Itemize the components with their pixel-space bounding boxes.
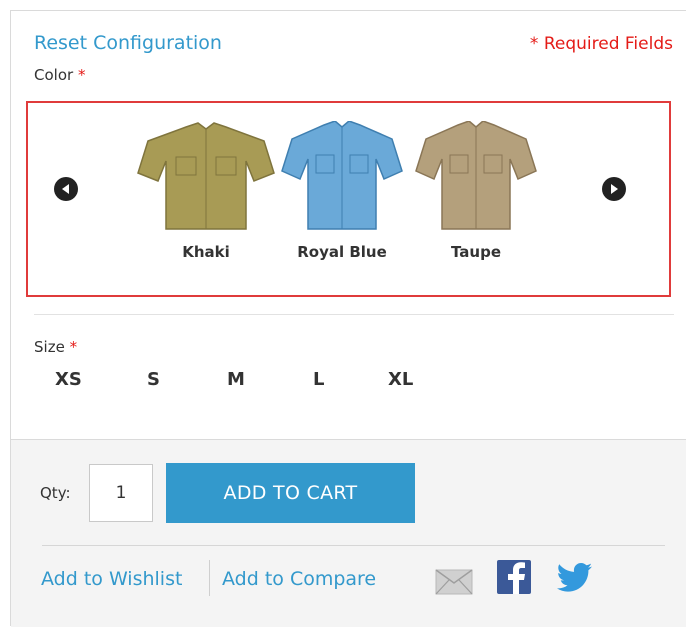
size-option-xl[interactable]: XL xyxy=(388,369,413,390)
color-label: Color * xyxy=(34,66,85,84)
color-swatch-carousel: Khaki Royal Blue Taupe xyxy=(26,101,671,297)
arrow-left-icon[interactable] xyxy=(54,177,78,201)
shirt-taupe-icon xyxy=(415,121,537,230)
twitter-icon[interactable] xyxy=(557,563,593,593)
swatch-taupe[interactable]: Taupe xyxy=(414,121,538,261)
size-option-xs[interactable]: XS xyxy=(55,369,82,390)
size-option-m[interactable]: M xyxy=(227,369,245,390)
swatch-label-taupe: Taupe xyxy=(450,243,501,261)
add-to-wishlist-link[interactable]: Add to Wishlist xyxy=(41,568,182,590)
shirt-royal-blue-icon xyxy=(281,121,403,230)
arrow-right-icon[interactable] xyxy=(602,177,626,201)
product-options-panel: Reset Configuration * Required Fields Co… xyxy=(10,10,686,627)
required-fields-note: * Required Fields xyxy=(529,34,673,54)
qty-label: Qty: xyxy=(40,484,71,502)
actions-divider xyxy=(42,545,665,546)
qty-input[interactable] xyxy=(89,464,153,522)
swatch-label-khaki: Khaki xyxy=(182,243,230,261)
facebook-icon[interactable] xyxy=(497,560,531,594)
section-divider xyxy=(34,314,674,315)
size-label-text: Size xyxy=(34,338,65,356)
size-option-s[interactable]: S xyxy=(147,369,160,390)
size-option-l[interactable]: L xyxy=(313,369,324,390)
reset-configuration-link[interactable]: Reset Configuration xyxy=(34,32,222,54)
add-to-compare-link[interactable]: Add to Compare xyxy=(222,568,376,590)
shirt-khaki-icon xyxy=(137,122,275,230)
email-icon[interactable] xyxy=(435,569,473,595)
color-label-text: Color xyxy=(34,66,74,84)
size-required-mark: * xyxy=(69,338,78,356)
color-required-mark: * xyxy=(77,66,86,84)
link-separator xyxy=(209,560,210,596)
swatch-label-royal-blue: Royal Blue xyxy=(297,243,387,261)
add-to-cart-button[interactable]: ADD TO CART xyxy=(166,463,415,523)
swatch-royal-blue[interactable]: Royal Blue xyxy=(280,121,404,261)
swatch-khaki[interactable]: Khaki xyxy=(136,121,276,261)
size-label: Size * xyxy=(34,338,77,356)
